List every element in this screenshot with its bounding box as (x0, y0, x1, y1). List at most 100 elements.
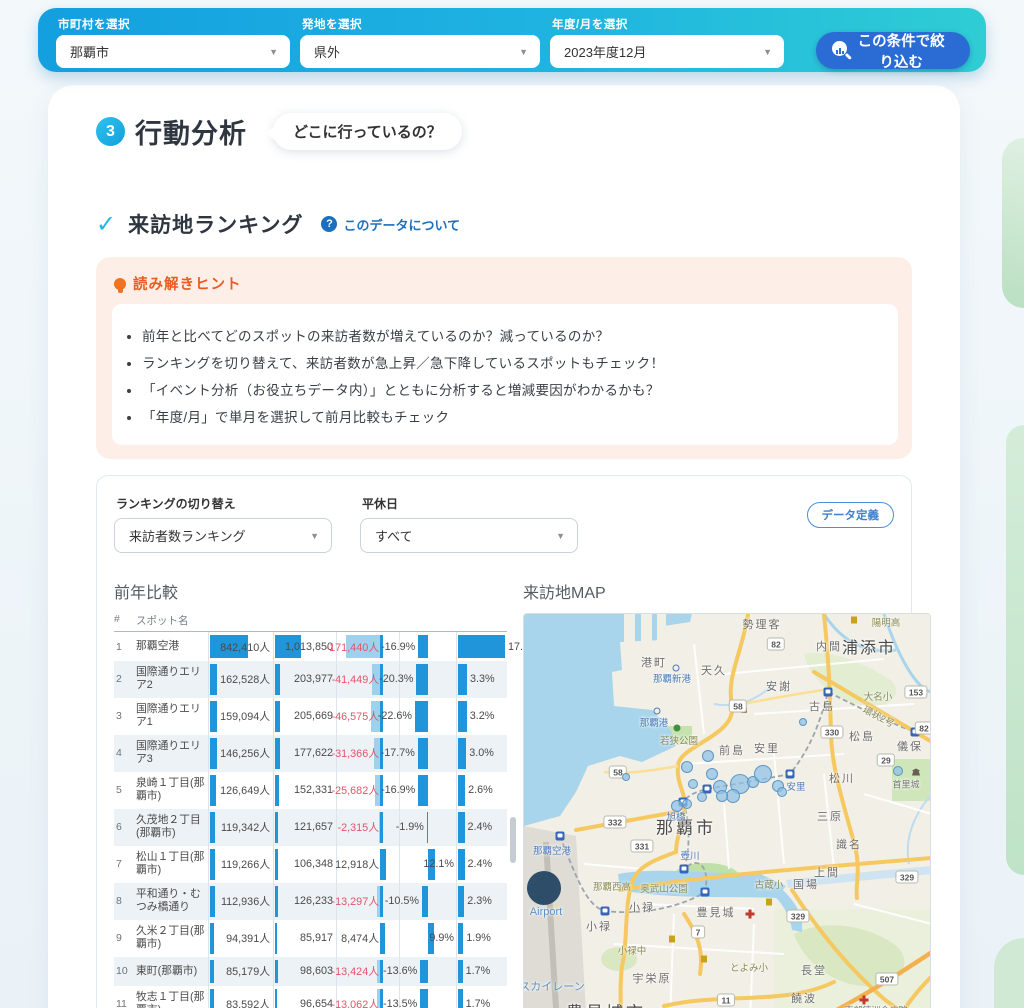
visit-spot-bubble[interactable] (527, 871, 561, 905)
visit-map[interactable]: 8215358330822958332331329329711507E58E58… (523, 613, 931, 1008)
visitors-cell: 126,649人 (208, 772, 273, 809)
rank-cell: 6 (114, 809, 136, 846)
spot-name-cell: 久茂地２丁目(那覇市) (136, 809, 208, 846)
hint-title: 読み解きヒント (133, 273, 242, 294)
daytype-group: 平休日 すべて ▼ (360, 493, 578, 553)
table-row[interactable]: 10東町(那覇市)85,179人98,603-13,424人-13.6%1.7% (114, 957, 507, 986)
share-cell: 17.2% (456, 632, 507, 661)
hint-list-container: 前年と比べてどのスポットの来訪者数が増えているのか？減っているのか？ ランキング… (112, 304, 898, 445)
visit-spot-bubble[interactable] (681, 761, 693, 773)
pct-cell: -13.6% (399, 957, 456, 986)
filter-bar: 市町村を選択 那覇市 ▼ 発地を選択 県外 ▼ 年度/月を選択 2023年度12… (38, 8, 986, 72)
table-row[interactable]: 1那覇空港842,410人1,013,850-171,440人-16.9%17.… (114, 632, 507, 661)
pct-cell: 12.1% (399, 846, 456, 883)
share-cell: 3.3% (456, 661, 507, 698)
decoration-green-blob-mid (1006, 425, 1024, 875)
period-filter-label: 年度/月を選択 (552, 16, 784, 32)
hint-item: 前年と比べてどのスポットの来訪者数が増えているのか？減っているのか？ (142, 325, 880, 345)
visit-spot-bubble[interactable] (716, 790, 728, 802)
spot-name-cell: 久米２丁目(那覇市) (136, 920, 208, 957)
table-row[interactable]: 11牧志１丁目(那覇市)83,592人96,654-13,062人-13.5%1… (114, 986, 507, 1008)
visit-spot-bubble[interactable] (893, 766, 903, 776)
panel-controls: ランキングの切り替え 来訪者数ランキング ▼ 平休日 すべて ▼ データ定義 (114, 493, 894, 553)
table-row[interactable]: 2国際通りエリア2162,528人203,977-41,449人-20.3%3.… (114, 661, 507, 698)
share-cell: 1.7% (456, 957, 507, 986)
prev-year-cell: 96,654 (273, 986, 336, 1008)
visit-spot-bubble[interactable] (702, 750, 714, 762)
daytype-select[interactable]: すべて ▼ (360, 518, 578, 553)
visitors-cell: 94,391人 (208, 920, 273, 957)
pct-cell: -22.6% (399, 698, 456, 735)
table-row[interactable]: 9久米２丁目(那覇市)94,391人85,9178,474人9.9%1.9% (114, 920, 507, 957)
share-cell: 1.9% (456, 920, 507, 957)
section-header: ✓ 来訪地ランキング ? このデータについて (96, 209, 912, 239)
rank-cell: 5 (114, 772, 136, 809)
hint-item: 「年度/月」で単月を選択して前月比較もチェック (142, 406, 880, 426)
comparison-table: 前年比較 # スポット名 1那覇空港842,410人1,013,850-171,… (114, 579, 507, 1008)
visitors-cell: 112,936人 (208, 883, 273, 920)
table-row[interactable]: 7松山１丁目(那覇市)119,266人106,34812,918人12.1%2.… (114, 846, 507, 883)
chevron-down-icon: ▼ (519, 47, 528, 57)
visit-spot-bubble[interactable] (754, 765, 772, 783)
question-icon: ? (321, 216, 337, 232)
spot-name-cell: 平和通り・むつみ橋通り (136, 883, 208, 920)
visit-spot-bubble[interactable] (706, 768, 718, 780)
visit-spot-bubble[interactable] (697, 792, 707, 802)
origin-select[interactable]: 県外 ▼ (300, 35, 540, 68)
comparison-table-title: 前年比較 (114, 579, 507, 603)
spot-name-cell: 松山１丁目(那覇市) (136, 846, 208, 883)
share-cell: 2.4% (456, 846, 507, 883)
visitors-cell: 842,410人 (208, 632, 273, 661)
period-select[interactable]: 2023年度12月 ▼ (550, 35, 784, 68)
diff-cell: -2,315人 (336, 809, 399, 846)
diff-cell: 12,918人 (336, 846, 399, 883)
chevron-down-icon: ▼ (763, 47, 772, 57)
table-row[interactable]: 3国際通りエリア1159,094人205,669-46,575人-22.6%3.… (114, 698, 507, 735)
visitors-cell: 119,342人 (208, 809, 273, 846)
ranking-switch-select[interactable]: 来訪者数ランキング ▼ (114, 518, 332, 553)
pct-cell: -13.5% (399, 986, 456, 1008)
check-icon: ✓ (96, 210, 116, 239)
period-filter: 年度/月を選択 2023年度12月 ▼ (550, 15, 784, 68)
chevron-down-icon: ▼ (310, 531, 319, 541)
table-row[interactable]: 4国際通りエリア3146,256人177,622-31,366人-17.7%3.… (114, 735, 507, 772)
visit-map-section: 来訪地MAP (523, 579, 931, 1008)
table-scrollbar-thumb[interactable] (510, 817, 516, 863)
visitors-cell: 146,256人 (208, 735, 273, 772)
table-row[interactable]: 8平和通り・むつみ橋通り112,936人126,233-13,297人-10.5… (114, 883, 507, 920)
apply-filter-button[interactable]: この条件で絞り込む (816, 32, 970, 69)
municipality-select[interactable]: 那覇市 ▼ (56, 35, 290, 68)
rank-cell: 7 (114, 846, 136, 883)
comparison-table-header: # スポット名 (114, 613, 507, 632)
rank-cell: 8 (114, 883, 136, 920)
visit-spot-bubble[interactable] (726, 789, 740, 803)
data-definition-button[interactable]: データ定義 (807, 502, 895, 528)
about-data-link-label: このデータについて (343, 215, 460, 234)
comparison-table-body: 1那覇空港842,410人1,013,850-171,440人-16.9%17.… (114, 632, 507, 1008)
spot-name-cell: 泉崎１丁目(那覇市) (136, 772, 208, 809)
spot-name-cell: 牧志１丁目(那覇市) (136, 986, 208, 1008)
share-cell: 1.7% (456, 986, 507, 1008)
visit-spot-bubble[interactable] (622, 773, 630, 781)
visit-spot-bubble[interactable] (799, 718, 807, 726)
table-row[interactable]: 6久茂地２丁目(那覇市)119,342人121,657-2,315人-1.9%2… (114, 809, 507, 846)
daytype-label: 平休日 (362, 495, 578, 512)
about-data-link[interactable]: ? このデータについて (321, 215, 460, 234)
visit-spot-bubble[interactable] (777, 787, 787, 797)
prev-year-cell: 126,233 (273, 883, 336, 920)
visit-spot-bubble[interactable] (682, 799, 692, 809)
spot-name-cell: 国際通りエリア1 (136, 698, 208, 735)
visitors-cell: 83,592人 (208, 986, 273, 1008)
rank-cell: 1 (114, 632, 136, 661)
prev-year-cell: 203,977 (273, 661, 336, 698)
table-row[interactable]: 5泉崎１丁目(那覇市)126,649人152,331-25,682人-16.9%… (114, 772, 507, 809)
chevron-down-icon: ▼ (556, 531, 565, 541)
page-header: 3 行動分析 どこに行っているの？ (96, 112, 912, 151)
rank-cell: 4 (114, 735, 136, 772)
share-cell: 2.6% (456, 772, 507, 809)
visit-spot-bubble[interactable] (688, 779, 698, 789)
decoration-green-blob-bottom (994, 938, 1024, 1008)
rank-cell: 3 (114, 698, 136, 735)
hint-item: ランキングを切り替えて、来訪者数が急上昇／急下降しているスポットもチェック！ (142, 352, 880, 372)
visitors-cell: 119,266人 (208, 846, 273, 883)
